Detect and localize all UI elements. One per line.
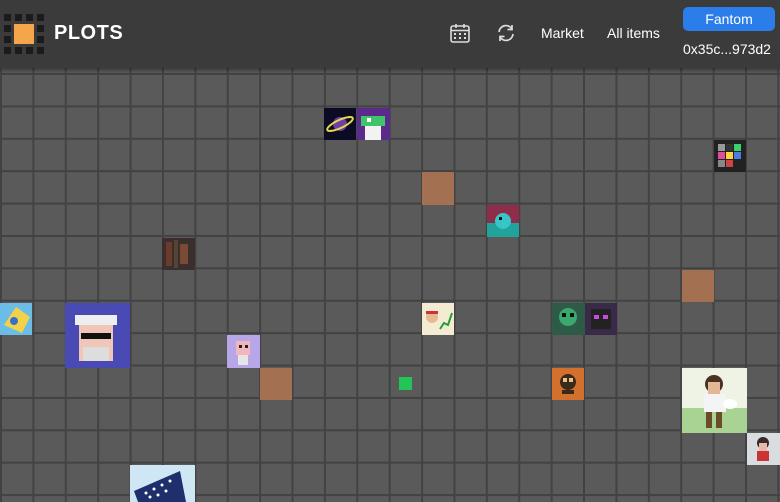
plot-colorblocks[interactable] [714, 140, 746, 172]
nav-all-items[interactable]: All items [607, 25, 660, 41]
plot-teal-creature[interactable] [487, 205, 519, 237]
plot-sunglasses-man[interactable] [65, 303, 130, 368]
plot-purple-monster[interactable] [585, 303, 617, 335]
plot-painter-man[interactable] [682, 368, 747, 433]
plot-green-dot[interactable] [399, 377, 412, 390]
refresh-icon[interactable] [495, 22, 517, 44]
plot-pink-face[interactable] [227, 335, 260, 368]
plot-blue-creature[interactable] [0, 303, 32, 335]
calendar-icon[interactable] [449, 22, 471, 44]
top-bar: PLOTS Market All items Fantom 0x35c...97… [0, 0, 780, 68]
app-title: PLOTS [54, 22, 124, 44]
plot-texture[interactable] [162, 238, 195, 270]
plot-brown[interactable] [422, 172, 454, 205]
plot-orange-skull[interactable] [552, 368, 584, 400]
plot-planet[interactable] [324, 108, 356, 140]
plot-flag[interactable] [130, 465, 195, 502]
plot-grid[interactable] [0, 68, 780, 502]
logo-icon[interactable] [4, 14, 44, 54]
plot-small-character[interactable] [747, 433, 780, 465]
wallet-address[interactable]: 0x35c...973d2 [683, 41, 771, 57]
plot-croc[interactable] [357, 108, 390, 140]
plot-brown-2[interactable] [682, 270, 714, 302]
nav-market[interactable]: Market [541, 25, 584, 41]
network-button[interactable]: Fantom [683, 7, 775, 31]
plot-green-monster[interactable] [552, 303, 585, 335]
plot-brown-3[interactable] [260, 368, 292, 400]
plot-chart-guy[interactable] [422, 303, 454, 335]
